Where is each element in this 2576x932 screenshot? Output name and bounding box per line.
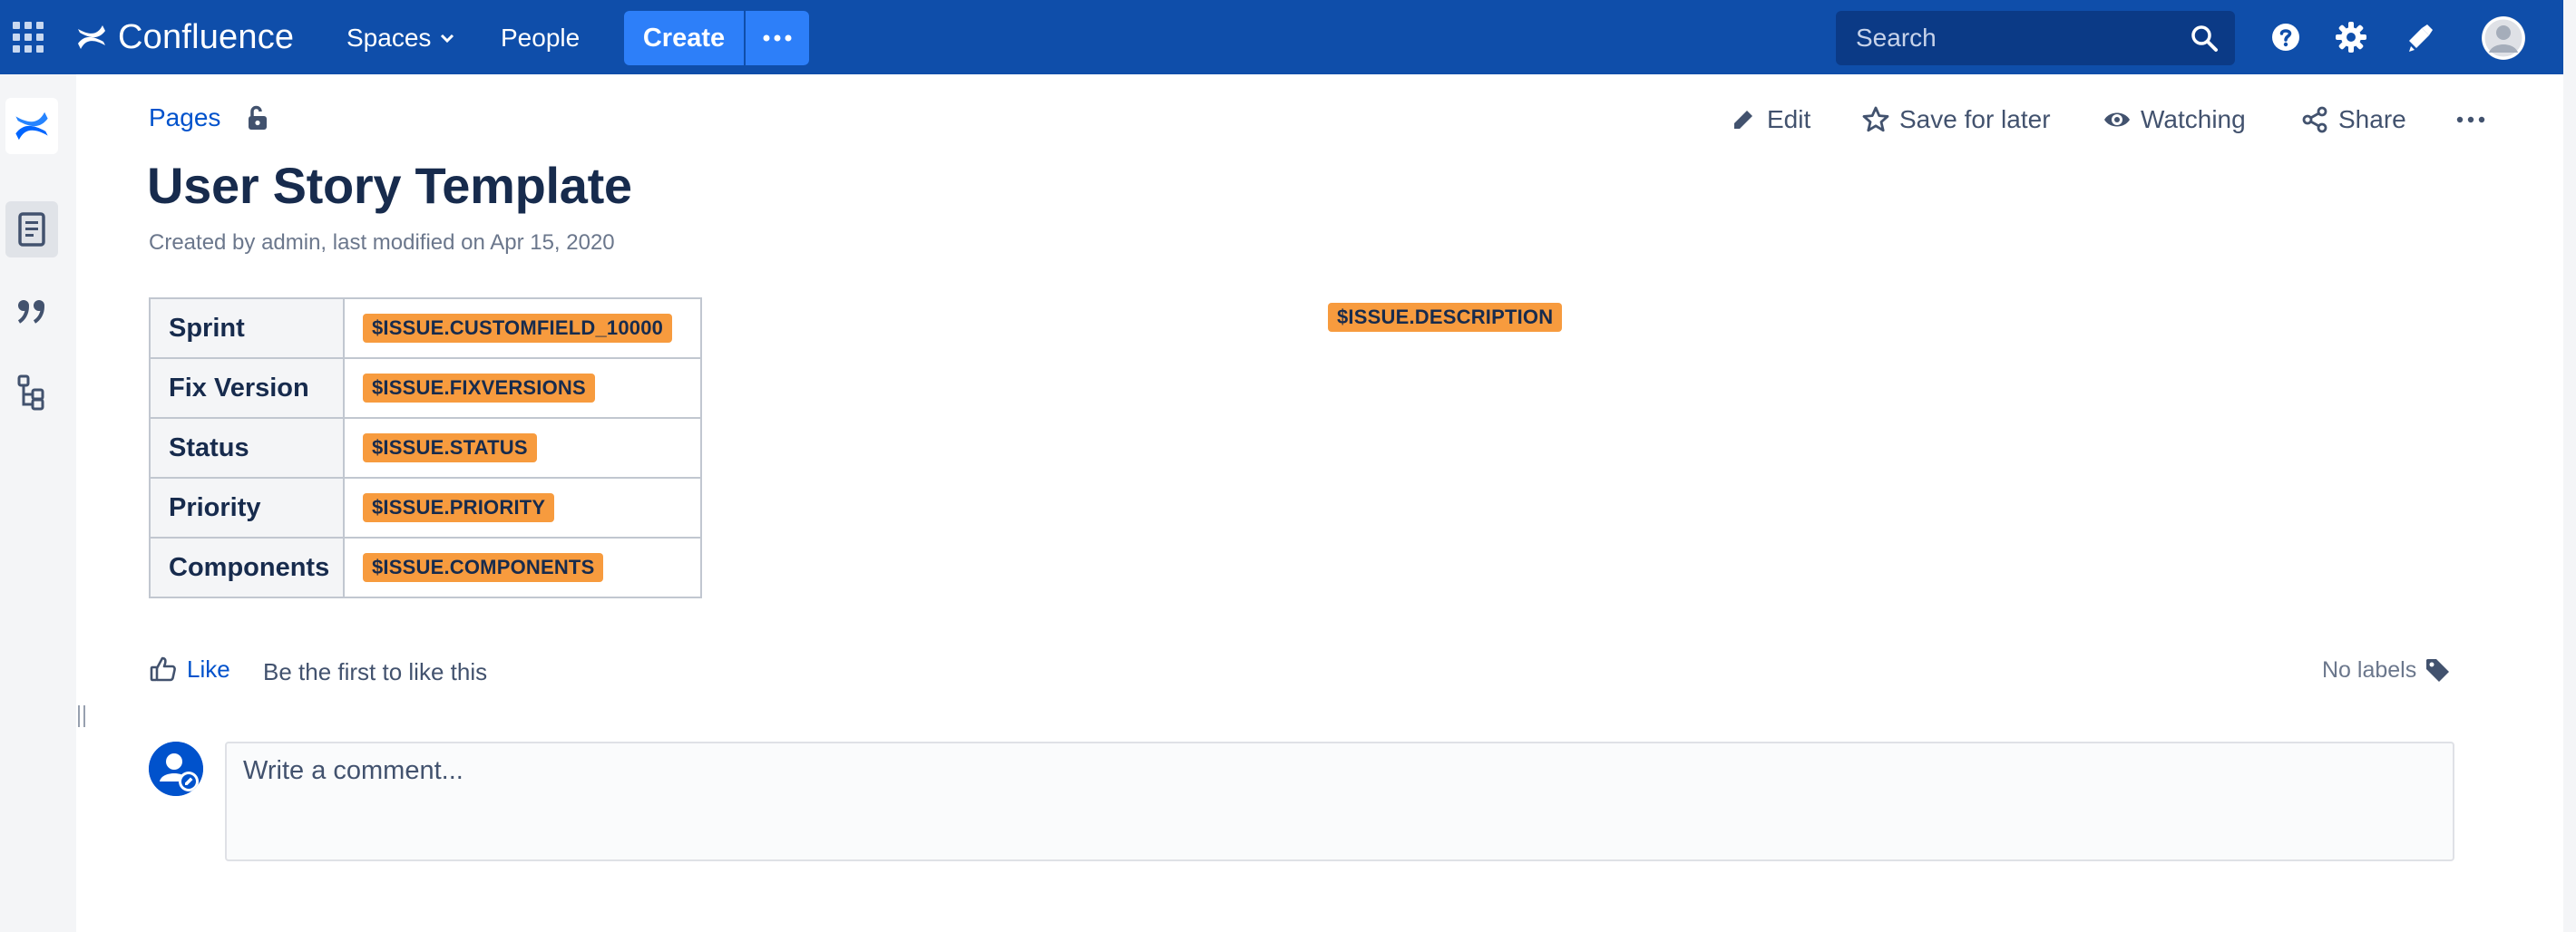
more-horizontal-icon	[763, 34, 792, 42]
create-button[interactable]: Create	[624, 11, 744, 65]
people-link[interactable]: People	[501, 20, 580, 56]
table-row: Sprint $ISSUE.CUSTOMFIELD_10000	[149, 297, 702, 359]
table-value-cell: $ISSUE.CUSTOMFIELD_10000	[343, 297, 702, 359]
description-macro-badge[interactable]: $ISSUE.DESCRIPTION	[1328, 303, 1563, 332]
watching-label: Watching	[2141, 105, 2246, 133]
table-row: Status $ISSUE.STATUS	[149, 417, 702, 479]
placeholder-macro-badge[interactable]: $ISSUE.CUSTOMFIELD_10000	[363, 314, 673, 343]
table-key-cell: Components	[149, 537, 345, 598]
sidebar-resize-handle[interactable]	[78, 705, 89, 729]
edit-label: Edit	[1767, 105, 1811, 133]
table-key-cell: Priority	[149, 477, 345, 539]
page-title: User Story Template	[147, 157, 632, 214]
table-value-cell: $ISSUE.PRIORITY	[343, 477, 702, 539]
placeholder-macro-badge[interactable]: $ISSUE.FIXVERSIONS	[363, 374, 595, 403]
breadcrumb[interactable]: Pages	[149, 103, 220, 132]
people-label: People	[501, 24, 581, 52]
comment-input[interactable]: Write a comment...	[225, 742, 2454, 861]
pencil-icon	[1734, 111, 1752, 129]
table-row: Components $ISSUE.COMPONENTS	[149, 537, 702, 598]
page-properties-table: Sprint $ISSUE.CUSTOMFIELD_10000 Fix Vers…	[149, 297, 702, 598]
tag-icon	[2426, 659, 2450, 682]
labels-text: No labels	[2322, 656, 2417, 683]
like-button[interactable]: Like	[149, 655, 230, 684]
table-row: Fix Version $ISSUE.FIXVERSIONS	[149, 357, 702, 419]
placeholder-macro-badge[interactable]: $ISSUE.COMPONENTS	[363, 553, 604, 582]
thumbs-up-icon	[150, 656, 176, 682]
app-switcher-icon[interactable]	[13, 22, 44, 53]
blog-quote-icon	[17, 300, 44, 324]
page-tree-icon	[17, 374, 44, 411]
share-button[interactable]: Share	[2300, 102, 2406, 138]
table-value-cell: $ISSUE.FIXVERSIONS	[343, 357, 702, 419]
space-logo-button[interactable]	[5, 98, 58, 154]
spaces-label: Spaces	[346, 24, 432, 52]
save-for-later-button[interactable]: Save for later	[1861, 102, 2051, 138]
user-icon	[2482, 16, 2525, 60]
star-icon	[1862, 106, 1889, 132]
share-icon	[2302, 106, 2327, 133]
search-input[interactable]	[1854, 23, 2184, 53]
table-value-cell: $ISSUE.COMPONENTS	[343, 537, 702, 598]
sidebar-blog-button[interactable]	[5, 283, 58, 339]
eye-icon	[2104, 112, 2130, 127]
placeholder-macro-badge[interactable]: $ISSUE.STATUS	[363, 433, 537, 462]
top-navigation: Confluence Spaces People Create	[0, 0, 2563, 74]
sidebar-page-tree-button[interactable]	[5, 364, 58, 421]
more-actions-icon[interactable]	[2453, 105, 2489, 134]
window-edge	[2563, 0, 2576, 932]
page-byline: Created by admin, last modified on Apr 1…	[149, 230, 615, 255]
table-key-cell: Status	[149, 417, 345, 479]
unlock-icon[interactable]	[243, 103, 272, 132]
create-more-button[interactable]	[746, 11, 809, 65]
watching-button[interactable]: Watching	[2103, 102, 2246, 138]
edit-button[interactable]: Edit	[1729, 102, 1810, 138]
table-key-cell: Sprint	[149, 297, 345, 359]
labels-area[interactable]: No labels	[2322, 656, 2451, 684]
table-row: Priority $ISSUE.PRIORITY	[149, 477, 702, 539]
spaces-menu[interactable]: Spaces	[346, 20, 456, 56]
confluence-logo[interactable]: Confluence	[76, 16, 294, 58]
settings-gear-icon[interactable]	[2333, 19, 2369, 55]
sidebar-pages-button[interactable]	[5, 201, 58, 257]
app-name: Confluence	[118, 17, 295, 56]
space-sidebar	[0, 74, 76, 932]
like-label: Like	[187, 655, 230, 683]
share-label: Share	[2338, 105, 2406, 133]
table-key-cell: Fix Version	[149, 357, 345, 419]
user-edit-icon	[149, 742, 203, 796]
comment-author-avatar	[149, 742, 203, 796]
search-box[interactable]	[1836, 11, 2235, 65]
help-icon[interactable]	[2268, 19, 2304, 55]
save-for-later-label: Save for later	[1899, 105, 2051, 133]
confluence-logo-icon	[15, 112, 48, 141]
table-value-cell: $ISSUE.STATUS	[343, 417, 702, 479]
placeholder-macro-badge[interactable]: $ISSUE.PRIORITY	[363, 493, 555, 522]
like-summary-text: Be the first to like this	[263, 658, 488, 685]
pages-icon	[18, 212, 45, 247]
comment-placeholder: Write a comment...	[243, 756, 463, 785]
search-icon[interactable]	[2190, 24, 2219, 53]
chevron-down-icon	[441, 34, 454, 44]
confluence-logo-icon	[78, 25, 105, 49]
user-avatar[interactable]	[2482, 16, 2525, 60]
notifications-megaphone-icon[interactable]	[2402, 19, 2438, 55]
